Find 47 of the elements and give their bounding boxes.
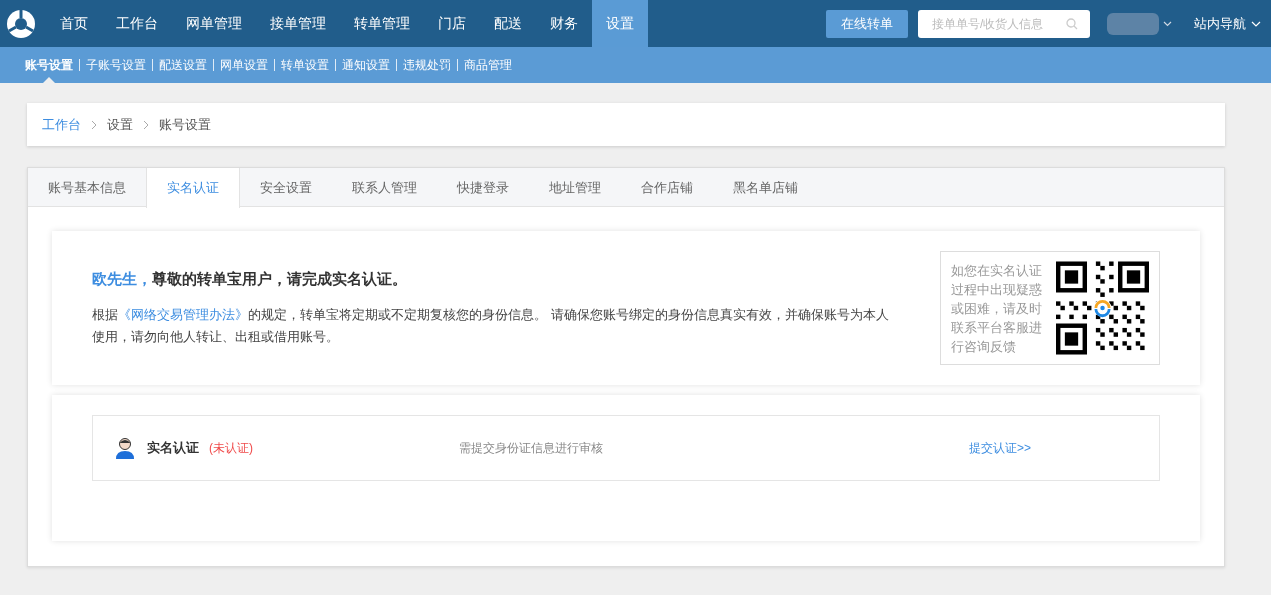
help-text: 如您在实名认证过程中出现疑惑或困难，请及时联系平台客服进行咨询反馈 bbox=[951, 261, 1043, 356]
user-menu[interactable] bbox=[1107, 12, 1172, 35]
sub-nav-item[interactable]: 违规处罚 bbox=[398, 47, 456, 83]
breadcrumb-item[interactable]: 账号设置 bbox=[159, 114, 211, 135]
chevron-down-icon bbox=[1251, 20, 1261, 27]
tab[interactable]: 黑名单店铺 bbox=[713, 168, 818, 208]
nav-item[interactable]: 转单管理 bbox=[340, 0, 424, 47]
nav-item[interactable]: 首页 bbox=[46, 0, 102, 47]
submit-verification-link[interactable]: 提交认证>> bbox=[969, 439, 1031, 457]
tab[interactable]: 账号基本信息 bbox=[28, 168, 146, 208]
chevron-right-icon bbox=[91, 119, 97, 130]
breadcrumb-item[interactable]: 设置 bbox=[107, 114, 133, 135]
nav-item[interactable]: 配送 bbox=[480, 0, 536, 47]
sub-nav-item[interactable]: 配送设置 bbox=[154, 47, 212, 83]
verification-hint: 需提交身份证信息进行审核 bbox=[459, 440, 603, 457]
sub-nav-item[interactable]: 转单设置 bbox=[276, 47, 334, 83]
nav-item[interactable]: 网单管理 bbox=[172, 0, 256, 47]
chevron-right-icon bbox=[143, 119, 149, 130]
sub-nav-item[interactable]: 账号设置 bbox=[20, 47, 78, 83]
user-icon bbox=[115, 437, 135, 459]
tab[interactable]: 合作店铺 bbox=[621, 168, 713, 208]
nav-item[interactable]: 财务 bbox=[536, 0, 592, 47]
nav-item[interactable]: 门店 bbox=[424, 0, 480, 47]
nav-item[interactable]: 工作台 bbox=[102, 0, 172, 47]
verification-status: (未认证) bbox=[209, 440, 253, 457]
nav-item[interactable]: 接单管理 bbox=[256, 0, 340, 47]
greeting-heading: 欧先生，尊敬的转单宝用户，请完成实名认证。 bbox=[92, 268, 408, 289]
online-transfer-button[interactable]: 在线转单 bbox=[826, 9, 908, 38]
logo-icon bbox=[6, 8, 36, 39]
search-icon[interactable] bbox=[1066, 17, 1078, 30]
tab[interactable]: 安全设置 bbox=[240, 168, 332, 208]
tab[interactable]: 快捷登录 bbox=[437, 168, 529, 208]
sub-nav-item[interactable]: 网单设置 bbox=[215, 47, 273, 83]
notice-text: 根据《网络交易管理办法》的规定，转单宝将定期或不定期复核您的身份信息。 请确保您账号绑定的身份信息真实有效，并确保账号为本人使用，请勿向他人转让、出租或借用账号。 bbox=[92, 306, 890, 347]
verification-title: 实名认证 bbox=[147, 439, 199, 458]
sub-nav-item[interactable]: 子账号设置 bbox=[81, 47, 151, 83]
site-nav-menu[interactable]: 站内导航 bbox=[1194, 13, 1261, 34]
sub-nav-item[interactable]: 商品管理 bbox=[459, 47, 517, 83]
tab[interactable]: 联系人管理 bbox=[332, 168, 437, 208]
sub-nav-item[interactable]: 通知设置 bbox=[337, 47, 395, 83]
tab[interactable]: 地址管理 bbox=[529, 168, 621, 208]
nav-item[interactable]: 设置 bbox=[592, 0, 648, 47]
regulation-link[interactable]: 《网络交易管理办法》 bbox=[118, 307, 248, 323]
search-field[interactable]: 接单单号/收货人信息 bbox=[918, 9, 1090, 38]
tab[interactable]: 实名认证 bbox=[146, 168, 240, 208]
breadcrumb-item[interactable]: 工作台 bbox=[42, 114, 81, 135]
chevron-down-icon bbox=[1163, 20, 1172, 27]
